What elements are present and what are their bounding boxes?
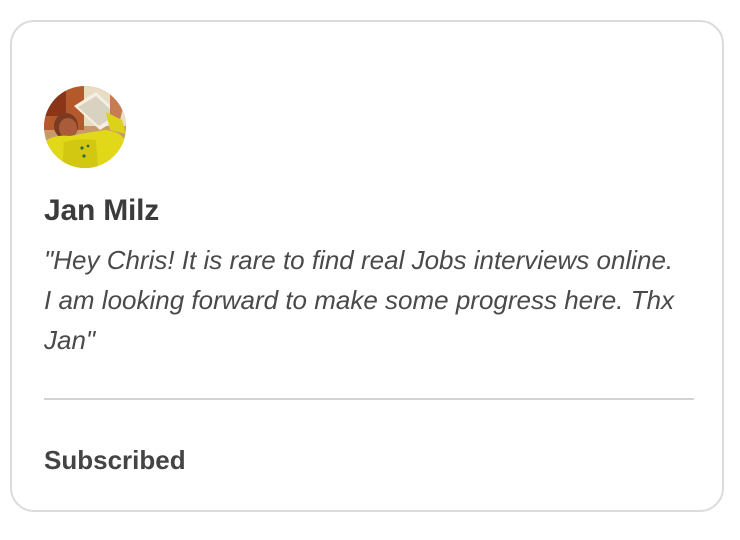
- testimonial-card: Jan Milz "Hey Chris! It is rare to find …: [10, 20, 724, 512]
- avatar-photo-icon: [44, 86, 126, 168]
- divider: [44, 398, 694, 400]
- avatar: [44, 86, 126, 168]
- testimonial-quote: "Hey Chris! It is rare to find real Jobs…: [44, 245, 675, 355]
- reviewer-name: Jan Milz: [44, 194, 160, 227]
- subscription-status: Subscribed: [44, 445, 186, 475]
